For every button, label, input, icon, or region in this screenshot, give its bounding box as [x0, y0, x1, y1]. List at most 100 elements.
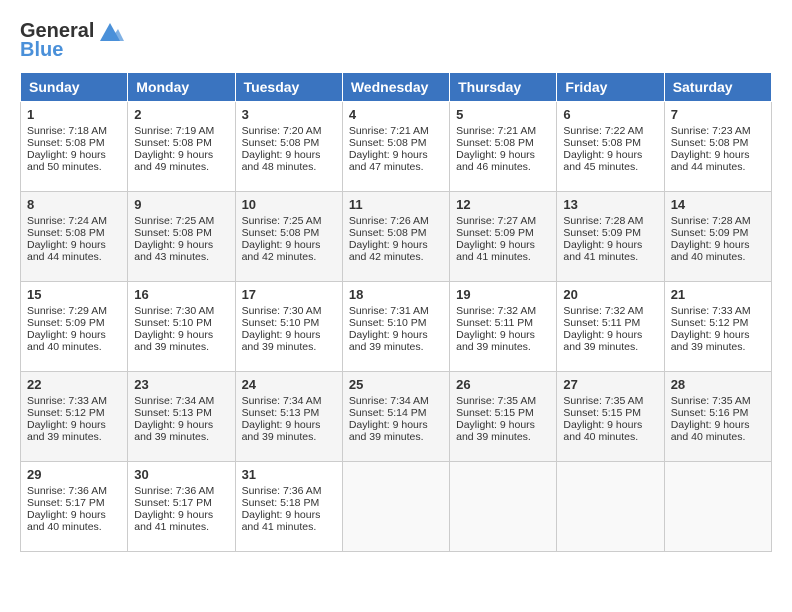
- calendar-cell: 28 Sunrise: 7:35 AM Sunset: 5:16 PM Dayl…: [664, 372, 771, 462]
- day-number: 8: [27, 197, 121, 212]
- sunrise-label: Sunrise: 7:34 AM: [349, 395, 429, 407]
- day-number: 12: [456, 197, 550, 212]
- daylight-label: Daylight: 9 hours and 41 minutes.: [456, 239, 535, 263]
- sunset-label: Sunset: 5:09 PM: [671, 227, 749, 239]
- sunset-label: Sunset: 5:08 PM: [27, 137, 105, 149]
- calendar-cell: 26 Sunrise: 7:35 AM Sunset: 5:15 PM Dayl…: [450, 372, 557, 462]
- daylight-label: Daylight: 9 hours and 41 minutes.: [134, 509, 213, 533]
- daylight-label: Daylight: 9 hours and 46 minutes.: [456, 149, 535, 173]
- sunrise-label: Sunrise: 7:19 AM: [134, 125, 214, 137]
- header-saturday: Saturday: [664, 73, 771, 102]
- logo: General Blue: [20, 20, 124, 62]
- sunset-label: Sunset: 5:15 PM: [456, 407, 534, 419]
- calendar-cell: 21 Sunrise: 7:33 AM Sunset: 5:12 PM Dayl…: [664, 282, 771, 372]
- sunrise-label: Sunrise: 7:36 AM: [242, 485, 322, 497]
- sunrise-label: Sunrise: 7:21 AM: [456, 125, 536, 137]
- header-thursday: Thursday: [450, 73, 557, 102]
- daylight-label: Daylight: 9 hours and 39 minutes.: [349, 419, 428, 443]
- sunrise-label: Sunrise: 7:35 AM: [563, 395, 643, 407]
- sunrise-label: Sunrise: 7:36 AM: [27, 485, 107, 497]
- day-number: 28: [671, 377, 765, 392]
- calendar-cell: 20 Sunrise: 7:32 AM Sunset: 5:11 PM Dayl…: [557, 282, 664, 372]
- calendar-cell: 23 Sunrise: 7:34 AM Sunset: 5:13 PM Dayl…: [128, 372, 235, 462]
- calendar-cell: 8 Sunrise: 7:24 AM Sunset: 5:08 PM Dayli…: [21, 192, 128, 282]
- day-number: 9: [134, 197, 228, 212]
- day-number: 29: [27, 467, 121, 482]
- daylight-label: Daylight: 9 hours and 44 minutes.: [671, 149, 750, 173]
- sunrise-label: Sunrise: 7:20 AM: [242, 125, 322, 137]
- day-number: 25: [349, 377, 443, 392]
- calendar-cell: 11 Sunrise: 7:26 AM Sunset: 5:08 PM Dayl…: [342, 192, 449, 282]
- sunrise-label: Sunrise: 7:23 AM: [671, 125, 751, 137]
- calendar-cell: 15 Sunrise: 7:29 AM Sunset: 5:09 PM Dayl…: [21, 282, 128, 372]
- sunset-label: Sunset: 5:08 PM: [134, 227, 212, 239]
- sunset-label: Sunset: 5:14 PM: [349, 407, 427, 419]
- daylight-label: Daylight: 9 hours and 40 minutes.: [671, 239, 750, 263]
- calendar-cell: 6 Sunrise: 7:22 AM Sunset: 5:08 PM Dayli…: [557, 102, 664, 192]
- calendar-cell: 10 Sunrise: 7:25 AM Sunset: 5:08 PM Dayl…: [235, 192, 342, 282]
- calendar-cell: 14 Sunrise: 7:28 AM Sunset: 5:09 PM Dayl…: [664, 192, 771, 282]
- day-number: 4: [349, 107, 443, 122]
- calendar-cell: 4 Sunrise: 7:21 AM Sunset: 5:08 PM Dayli…: [342, 102, 449, 192]
- daylight-label: Daylight: 9 hours and 40 minutes.: [27, 329, 106, 353]
- sunrise-label: Sunrise: 7:32 AM: [456, 305, 536, 317]
- sunrise-label: Sunrise: 7:35 AM: [456, 395, 536, 407]
- sunrise-label: Sunrise: 7:35 AM: [671, 395, 751, 407]
- day-number: 17: [242, 287, 336, 302]
- day-number: 27: [563, 377, 657, 392]
- daylight-label: Daylight: 9 hours and 45 minutes.: [563, 149, 642, 173]
- daylight-label: Daylight: 9 hours and 39 minutes.: [349, 329, 428, 353]
- daylight-label: Daylight: 9 hours and 40 minutes.: [563, 419, 642, 443]
- sunset-label: Sunset: 5:10 PM: [242, 317, 320, 329]
- calendar-cell: [557, 462, 664, 552]
- sunset-label: Sunset: 5:08 PM: [349, 137, 427, 149]
- day-number: 22: [27, 377, 121, 392]
- calendar-table: SundayMondayTuesdayWednesdayThursdayFrid…: [20, 72, 772, 552]
- logo-blue-text: Blue: [20, 39, 63, 62]
- day-number: 30: [134, 467, 228, 482]
- calendar-cell: 30 Sunrise: 7:36 AM Sunset: 5:17 PM Dayl…: [128, 462, 235, 552]
- day-number: 16: [134, 287, 228, 302]
- calendar-cell: 17 Sunrise: 7:30 AM Sunset: 5:10 PM Dayl…: [235, 282, 342, 372]
- sunset-label: Sunset: 5:11 PM: [563, 317, 640, 329]
- calendar-cell: 13 Sunrise: 7:28 AM Sunset: 5:09 PM Dayl…: [557, 192, 664, 282]
- calendar-week-row: 8 Sunrise: 7:24 AM Sunset: 5:08 PM Dayli…: [21, 192, 772, 282]
- daylight-label: Daylight: 9 hours and 49 minutes.: [134, 149, 213, 173]
- calendar-cell: 12 Sunrise: 7:27 AM Sunset: 5:09 PM Dayl…: [450, 192, 557, 282]
- calendar-cell: [342, 462, 449, 552]
- daylight-label: Daylight: 9 hours and 39 minutes.: [134, 419, 213, 443]
- sunset-label: Sunset: 5:11 PM: [456, 317, 533, 329]
- day-number: 31: [242, 467, 336, 482]
- daylight-label: Daylight: 9 hours and 39 minutes.: [134, 329, 213, 353]
- sunset-label: Sunset: 5:08 PM: [456, 137, 534, 149]
- day-number: 11: [349, 197, 443, 212]
- daylight-label: Daylight: 9 hours and 41 minutes.: [563, 239, 642, 263]
- sunset-label: Sunset: 5:09 PM: [456, 227, 534, 239]
- sunset-label: Sunset: 5:08 PM: [242, 137, 320, 149]
- day-number: 19: [456, 287, 550, 302]
- day-number: 10: [242, 197, 336, 212]
- header-friday: Friday: [557, 73, 664, 102]
- daylight-label: Daylight: 9 hours and 39 minutes.: [563, 329, 642, 353]
- daylight-label: Daylight: 9 hours and 39 minutes.: [671, 329, 750, 353]
- sunrise-label: Sunrise: 7:21 AM: [349, 125, 429, 137]
- sunset-label: Sunset: 5:08 PM: [134, 137, 212, 149]
- header-monday: Monday: [128, 73, 235, 102]
- daylight-label: Daylight: 9 hours and 44 minutes.: [27, 239, 106, 263]
- sunrise-label: Sunrise: 7:25 AM: [134, 215, 214, 227]
- sunset-label: Sunset: 5:09 PM: [563, 227, 641, 239]
- sunset-label: Sunset: 5:16 PM: [671, 407, 749, 419]
- daylight-label: Daylight: 9 hours and 50 minutes.: [27, 149, 106, 173]
- day-number: 7: [671, 107, 765, 122]
- sunset-label: Sunset: 5:10 PM: [349, 317, 427, 329]
- sunset-label: Sunset: 5:17 PM: [134, 497, 212, 509]
- sunset-label: Sunset: 5:13 PM: [134, 407, 212, 419]
- calendar-cell: 29 Sunrise: 7:36 AM Sunset: 5:17 PM Dayl…: [21, 462, 128, 552]
- daylight-label: Daylight: 9 hours and 39 minutes.: [456, 329, 535, 353]
- calendar-cell: 25 Sunrise: 7:34 AM Sunset: 5:14 PM Dayl…: [342, 372, 449, 462]
- daylight-label: Daylight: 9 hours and 43 minutes.: [134, 239, 213, 263]
- calendar-cell: 9 Sunrise: 7:25 AM Sunset: 5:08 PM Dayli…: [128, 192, 235, 282]
- logo-icon: [96, 21, 124, 43]
- sunrise-label: Sunrise: 7:30 AM: [242, 305, 322, 317]
- sunrise-label: Sunrise: 7:36 AM: [134, 485, 214, 497]
